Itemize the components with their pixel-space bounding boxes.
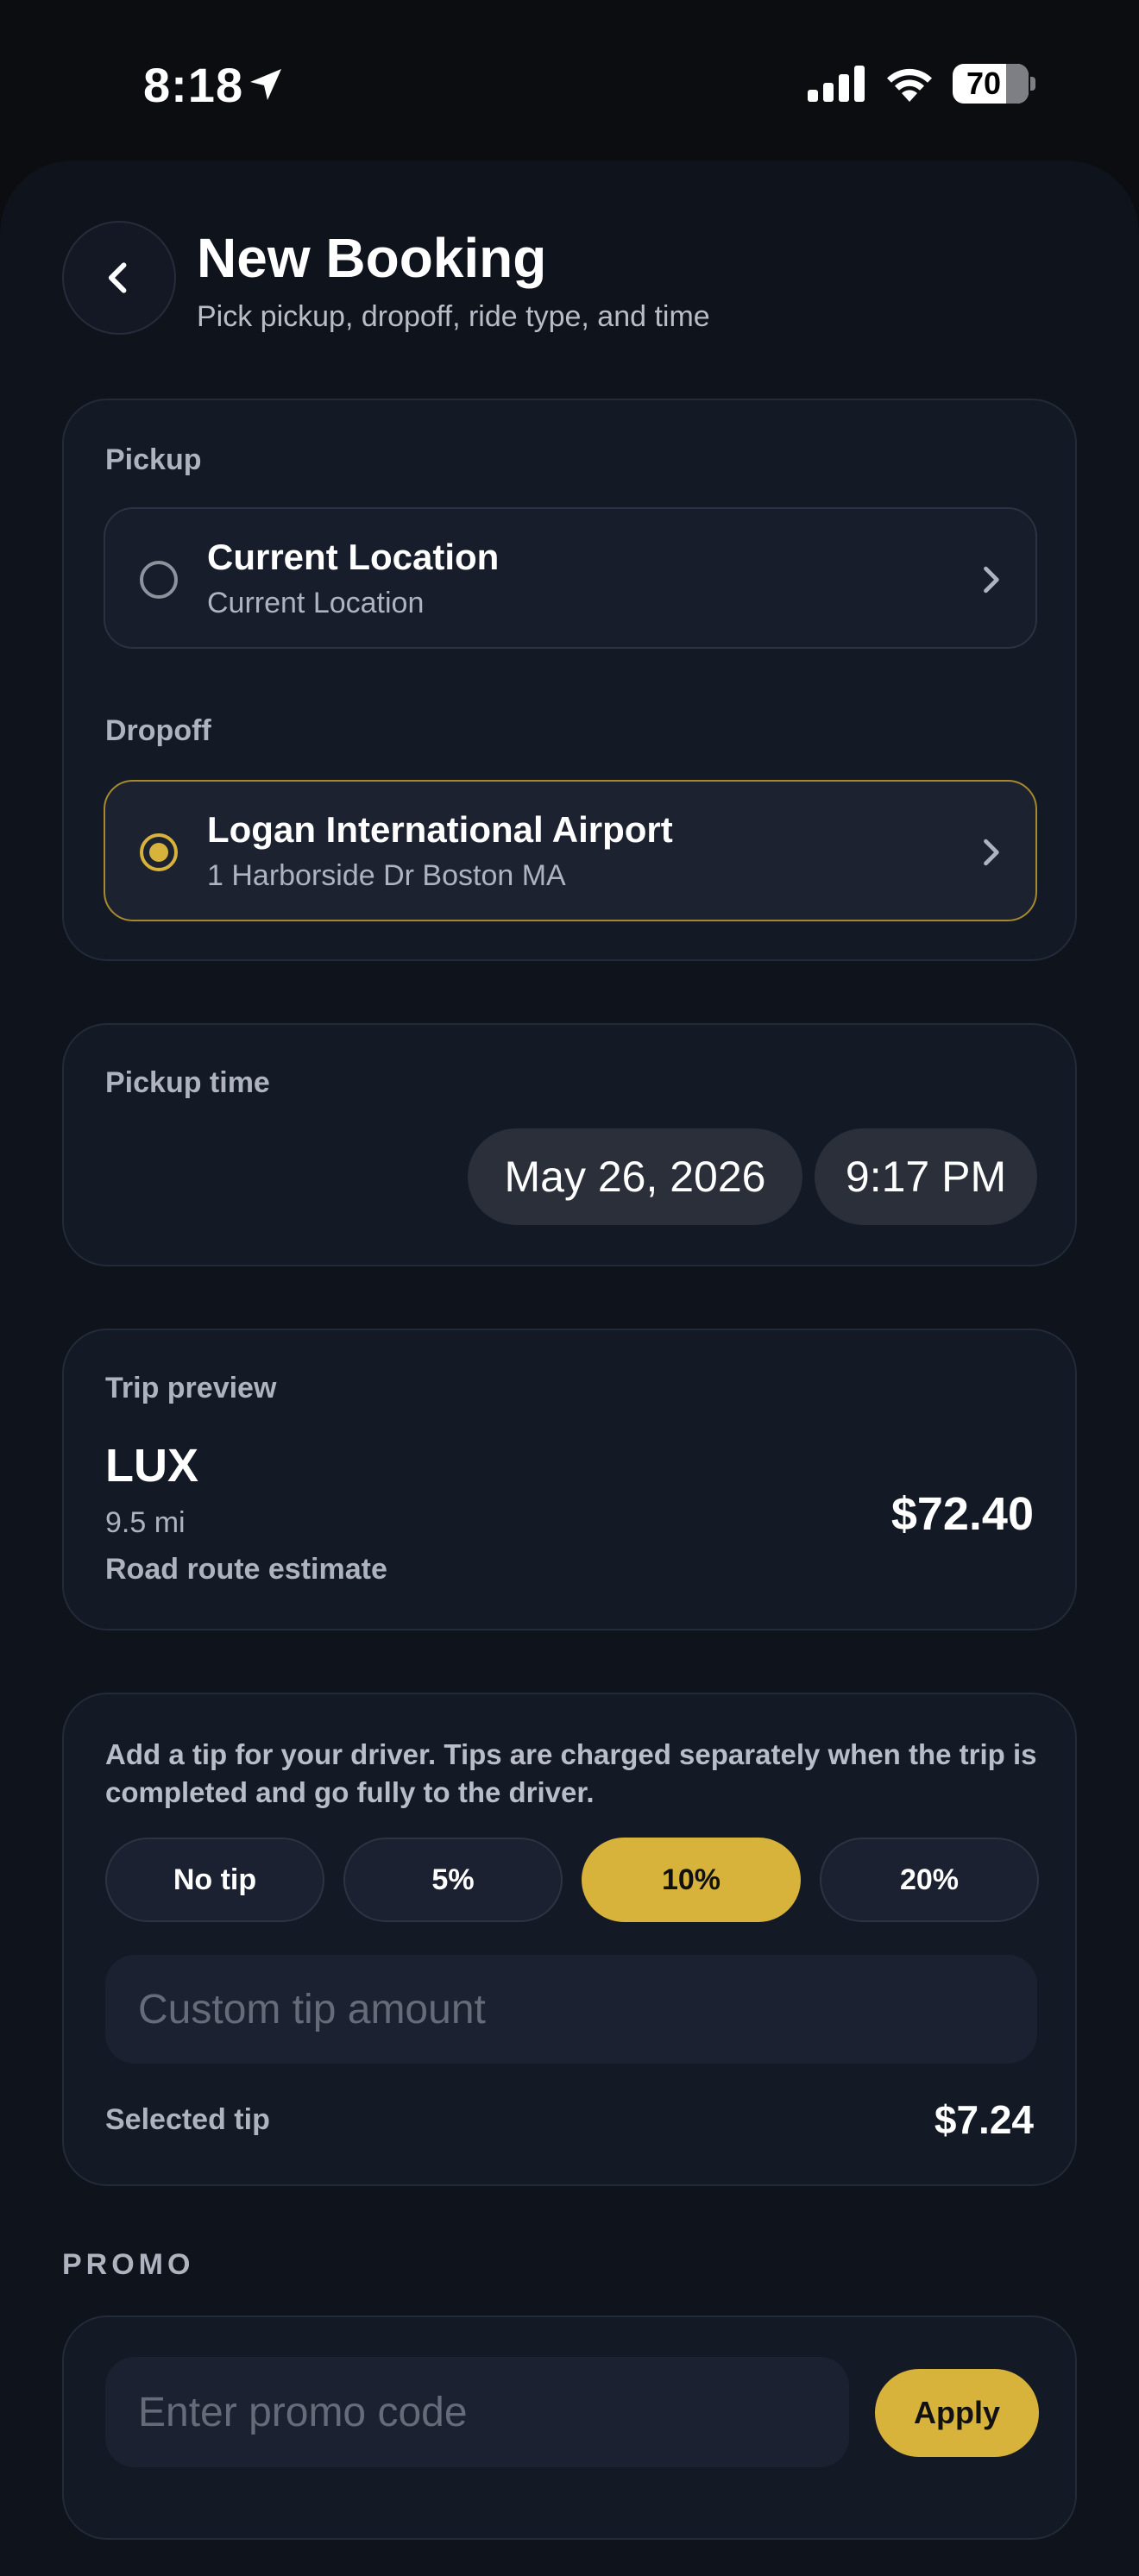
pickup-label: Pickup bbox=[105, 443, 202, 476]
pickup-radio-icon bbox=[140, 561, 178, 599]
location-arrow-icon bbox=[250, 69, 281, 100]
battery-icon: 70 bbox=[953, 64, 1035, 104]
tip-option-20[interactable]: 20% bbox=[820, 1838, 1039, 1922]
pickup-title: Current Location bbox=[207, 537, 500, 577]
promo-card: Apply bbox=[62, 2315, 1077, 2540]
locations-card: Pickup Current Location Current Location… bbox=[62, 399, 1077, 961]
page-subtitle: Pick pickup, dropoff, ride type, and tim… bbox=[197, 300, 710, 333]
pickup-date-button[interactable]: May 26, 2026 bbox=[468, 1128, 802, 1225]
dropoff-title: Logan International Airport bbox=[207, 809, 673, 850]
chevron-right-icon bbox=[984, 566, 999, 594]
pickup-time-button[interactable]: 9:17 PM bbox=[815, 1128, 1037, 1225]
selected-tip-label: Selected tip bbox=[105, 2103, 270, 2136]
promo-code-input[interactable] bbox=[105, 2357, 849, 2467]
dropoff-subtitle: 1 Harborside Dr Boston MA bbox=[207, 859, 566, 892]
back-button[interactable] bbox=[62, 221, 176, 335]
tip-description: Add a tip for your driver. Tips are char… bbox=[105, 1738, 1037, 1808]
chevron-right-icon bbox=[984, 839, 999, 866]
dropoff-location-row[interactable]: Logan International Airport 1 Harborside… bbox=[104, 780, 1037, 921]
trip-preview-label: Trip preview bbox=[105, 1372, 277, 1404]
battery-level: 70 bbox=[966, 66, 1002, 101]
pickup-time-card: Pickup time May 26, 2026 9:17 PM bbox=[62, 1023, 1077, 1266]
selected-tip-value: $7.24 bbox=[934, 2097, 1034, 2142]
route-estimate-note: Road route estimate bbox=[105, 1553, 387, 1586]
tip-option-none[interactable]: No tip bbox=[105, 1838, 324, 1922]
wifi-icon bbox=[887, 68, 932, 102]
pickup-subtitle: Current Location bbox=[207, 587, 425, 619]
tip-option-5[interactable]: 5% bbox=[343, 1838, 563, 1922]
trip-preview-card: Trip preview LUX 9.5 mi Road route estim… bbox=[62, 1329, 1077, 1630]
tip-card: Add a tip for your driver. Tips are char… bbox=[62, 1693, 1077, 2186]
dropoff-label: Dropoff bbox=[105, 714, 211, 747]
custom-tip-input[interactable] bbox=[105, 1955, 1037, 2064]
tip-option-10[interactable]: 10% bbox=[582, 1838, 801, 1922]
pickup-location-row[interactable]: Current Location Current Location bbox=[104, 507, 1037, 649]
trip-price: $72.40 bbox=[890, 1488, 1034, 1540]
chevron-left-icon bbox=[108, 262, 127, 293]
page-title: New Booking bbox=[197, 227, 547, 289]
signal-icon bbox=[808, 66, 865, 102]
ride-distance: 9.5 mi bbox=[105, 1506, 186, 1539]
promo-section-title: PROMO bbox=[62, 2248, 195, 2281]
status-bar: 8:18 70 bbox=[0, 0, 1139, 164]
pickup-time-label: Pickup time bbox=[105, 1066, 270, 1099]
ride-type: LUX bbox=[105, 1440, 198, 1492]
apply-promo-button[interactable]: Apply bbox=[875, 2369, 1039, 2457]
status-time: 8:18 bbox=[143, 58, 244, 112]
dropoff-radio-icon bbox=[140, 833, 178, 871]
